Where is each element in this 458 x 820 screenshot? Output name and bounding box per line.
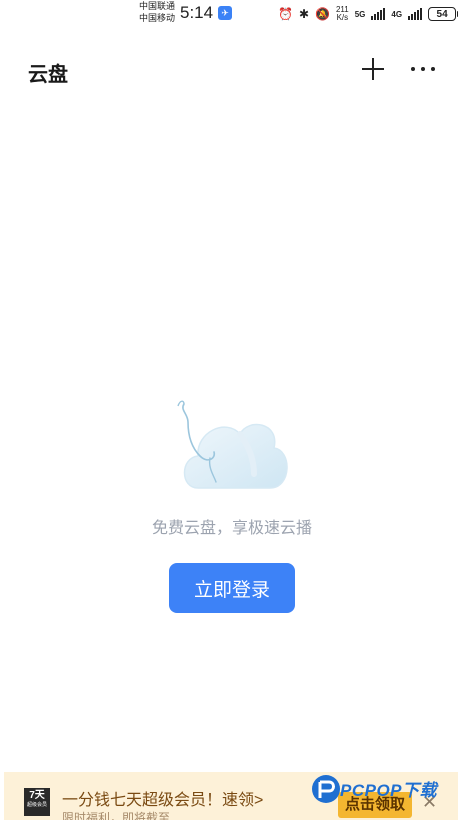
- status-icons: ⏰ ✱ 🔕 211 K/s 5G 4G 54: [278, 4, 458, 24]
- more-button[interactable]: [408, 56, 438, 82]
- add-button[interactable]: [360, 56, 386, 82]
- more-dots-icon: [411, 67, 435, 71]
- login-button[interactable]: 立即登录: [169, 563, 295, 613]
- status-time: 5:14: [180, 3, 214, 22]
- ad-subtitle: 限时福利，即将截至: [62, 811, 171, 820]
- battery-level: 54: [436, 9, 448, 20]
- bluetooth-icon: ✱: [298, 7, 310, 21]
- carrier-info: 中国联通 中国移动: [139, 0, 175, 24]
- notification-app-icon: ✈: [218, 6, 232, 20]
- battery-icon: 54: [428, 7, 458, 21]
- cloud-illustration-icon: [170, 396, 292, 496]
- signal-1-icon: [371, 8, 386, 20]
- ad-logo-text: 7天: [29, 790, 45, 801]
- network-type-1: 5G: [354, 9, 366, 19]
- watermark-text: PCPOP下载: [340, 781, 438, 800]
- network-rate: 211 K/s: [336, 6, 349, 22]
- carrier-2: 中国移动: [139, 13, 176, 23]
- carrier-1: 中国联通: [139, 1, 176, 11]
- network-rate-unit: K/s: [336, 13, 349, 22]
- page-title: 云盘: [28, 64, 68, 86]
- plus-icon: [362, 58, 384, 80]
- network-type-2: 4G: [391, 9, 403, 19]
- signal-2-icon: [408, 8, 423, 20]
- ad-logo: 7天 超级会员: [24, 788, 50, 816]
- alarm-icon: ⏰: [278, 7, 293, 21]
- empty-state-message: 免费云盘，享极速云播: [151, 520, 312, 537]
- mute-icon: 🔕: [315, 7, 330, 21]
- status-bar: 中国联通 中国移动 5:14 ✈ ⏰ ✱ 🔕 211 K/s 5G 4G 54: [0, 0, 458, 30]
- ad-logo-sub: 超级会员: [26, 802, 47, 808]
- ad-title[interactable]: 一分钱七天超级会员！速领>: [62, 786, 263, 810]
